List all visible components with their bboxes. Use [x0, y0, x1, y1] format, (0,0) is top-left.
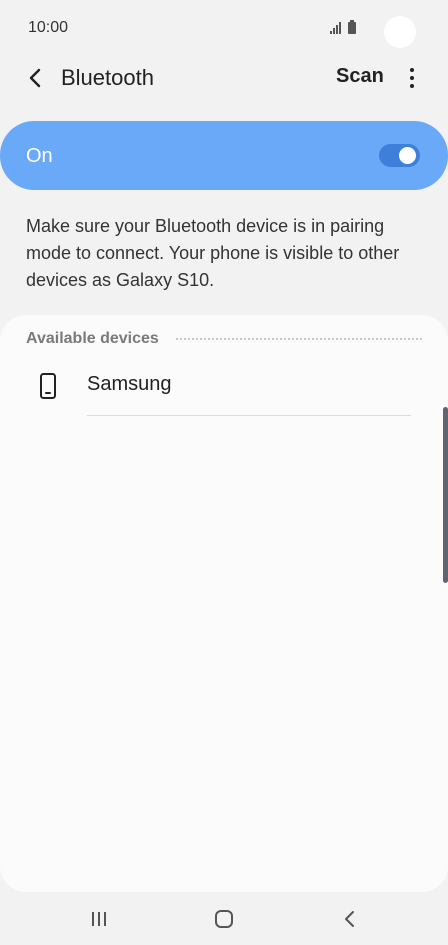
- available-devices-header: Available devices: [26, 330, 159, 347]
- pairing-description: Make sure your Bluetooth device is in pa…: [26, 216, 400, 290]
- more-vert-icon: [410, 68, 414, 72]
- device-divider: [87, 415, 411, 416]
- navigation-bar: [0, 892, 448, 945]
- signal-icon: [330, 22, 341, 34]
- switch-knob: [397, 145, 418, 166]
- back-icon: [345, 911, 354, 927]
- toggle-label: On: [26, 145, 53, 167]
- back-button[interactable]: [20, 64, 50, 92]
- scan-button[interactable]: Scan: [336, 65, 384, 88]
- app-bar: Bluetooth Scan: [0, 56, 448, 100]
- recents-icon: [92, 912, 106, 926]
- phone-icon: [40, 373, 56, 399]
- status-bar: 10:00: [0, 0, 448, 56]
- signal-battery-icons: [330, 20, 356, 34]
- home-button[interactable]: [209, 906, 239, 932]
- device-item-samsung[interactable]: Samsung: [0, 359, 448, 417]
- available-devices-card: Available devices Samsung: [0, 315, 448, 892]
- recents-button[interactable]: [84, 906, 114, 932]
- section-divider: [176, 338, 422, 340]
- battery-icon: [348, 20, 356, 34]
- camera-cutout: [384, 16, 416, 48]
- scrollbar[interactable]: [443, 407, 448, 583]
- home-icon: [215, 910, 233, 928]
- status-time: 10:00: [28, 19, 69, 36]
- chevron-left-icon: [29, 68, 41, 88]
- page-title: Bluetooth: [61, 65, 154, 90]
- nav-back-button[interactable]: [334, 906, 364, 932]
- more-options-button[interactable]: [402, 64, 422, 92]
- bluetooth-toggle-row[interactable]: On: [0, 121, 448, 190]
- device-name: Samsung: [87, 373, 172, 395]
- bluetooth-switch[interactable]: [379, 144, 420, 167]
